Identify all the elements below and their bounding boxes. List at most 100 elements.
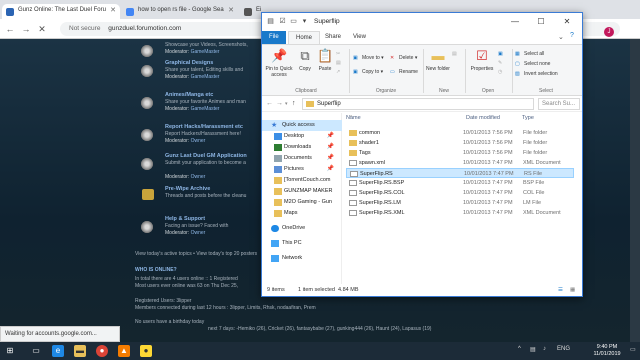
details-view-icon[interactable]: ☰ [558, 287, 563, 293]
nav-quick-access[interactable]: ★ Quick access [262, 120, 342, 131]
nav-this-pc[interactable]: This PC [262, 238, 342, 249]
history-icon[interactable]: ◷ [498, 69, 502, 75]
nav-folder[interactable]: Maps [262, 208, 342, 219]
file-row[interactable]: shader1 10/01/2013 7:56 PM File folder [346, 138, 574, 148]
edit-icon[interactable]: ✎ [498, 60, 502, 66]
nav-folder[interactable]: GUNZMAP MAKER [262, 186, 342, 197]
tab-file[interactable]: File [262, 31, 286, 44]
file-row[interactable]: Tags 10/01/2013 7:56 PM File folder [346, 148, 574, 158]
new-folder-quick-icon[interactable]: ▭ [289, 17, 298, 26]
forum-row[interactable]: Help & Support Facing an issue? Faced wi… [130, 216, 260, 242]
cut-icon[interactable]: ✂ [336, 51, 340, 57]
file-explorer-icon[interactable]: ▬ [74, 345, 86, 357]
copy-path-icon[interactable]: ▤ [336, 60, 341, 66]
maximize-button[interactable]: ☐ [528, 13, 554, 31]
rename-button[interactable]: ▭ Rename [390, 69, 418, 75]
back-icon[interactable]: ← [266, 100, 273, 107]
move-to-button[interactable]: ▣ Move to ▾ [353, 55, 384, 61]
properties-button[interactable]: ☑ Properties [468, 48, 496, 72]
edge-icon[interactable]: e [52, 345, 64, 357]
delete-button[interactable]: ✕ Delete ▾ [390, 55, 417, 61]
forum-title[interactable]: Help & Support [165, 216, 205, 222]
properties-quick-icon[interactable]: ☑ [278, 17, 287, 26]
nav-documents[interactable]: Documents 📌 [262, 153, 342, 164]
forum-row[interactable]: Gunz Last Duel GM Application Submit you… [130, 153, 260, 181]
chevron-down-icon[interactable]: ▾ [285, 101, 288, 107]
volume-icon[interactable]: ♪ [543, 346, 546, 352]
close-loading-icon[interactable]: ✕ [36, 23, 48, 35]
nav-desktop[interactable]: Desktop 📌 [262, 131, 342, 142]
forum-title[interactable]: Pre-Wipe Archive [165, 186, 210, 192]
up-icon[interactable]: ↑ [292, 100, 296, 107]
help-icon[interactable]: ? [570, 32, 574, 39]
close-button[interactable]: ✕ [554, 13, 580, 31]
file-row[interactable]: SuperFlip.RS.LM 10/01/2013 7:47 PM LM File [346, 198, 574, 208]
page-scrollbar[interactable] [630, 39, 640, 342]
close-tab-icon[interactable]: ✕ [110, 6, 116, 14]
app-icon[interactable]: ● [140, 345, 152, 357]
nav-folder[interactable]: [TorrentCouch.com [262, 175, 342, 186]
tab-view[interactable]: View [346, 31, 373, 44]
forum-title[interactable]: Gunz Last Duel GM Application [165, 153, 247, 159]
file-row[interactable]: common 10/01/2013 7:56 PM File folder [346, 128, 574, 138]
nav-network[interactable]: Network [262, 253, 342, 264]
open-icon[interactable]: ▣ [498, 51, 503, 57]
language-indicator[interactable]: ENG [557, 346, 570, 352]
column-type[interactable]: Type [522, 115, 534, 121]
app-icon[interactable]: ▲ [118, 345, 130, 357]
forum-row[interactable]: Pre-Wipe Archive Threads and posts befor… [130, 186, 260, 208]
forum-row[interactable]: Graphical Designs Share your talent, Edi… [130, 60, 260, 84]
nav-onedrive[interactable]: OneDrive [262, 223, 342, 234]
copy-to-button[interactable]: ▣ Copy to ▾ [353, 69, 383, 75]
minimize-button[interactable]: — [502, 13, 528, 31]
file-row[interactable]: SuperFlip.RS.XML 10/01/2013 7:47 PM XML Do… [346, 208, 574, 218]
forward-icon[interactable]: → [276, 100, 283, 107]
new-item-icon[interactable]: ▤ [452, 51, 457, 57]
back-icon[interactable]: ← [4, 23, 16, 35]
select-all-button[interactable]: ▦ Select all [515, 51, 544, 57]
chevron-down-icon[interactable]: ▾ [300, 17, 309, 26]
file-row[interactable]: SuperFlip.RS.COL 10/01/2013 7:47 PM COL Fi… [346, 188, 574, 198]
invert-selection-button[interactable]: ▧ Invert selection [515, 71, 558, 77]
select-none-button[interactable]: ▢ Select none [515, 61, 550, 67]
search-input[interactable]: Search Su... [538, 98, 580, 110]
nav-downloads[interactable]: Downloads 📌 [262, 142, 342, 153]
paste-button[interactable]: 📋 Paste [316, 48, 334, 72]
tab-share[interactable]: Share [318, 31, 348, 44]
tab-home[interactable]: Home [288, 31, 321, 44]
nav-pictures[interactable]: Pictures 📌 [262, 164, 342, 175]
new-folder-button[interactable]: ▬ New folder [426, 48, 450, 72]
forum-title[interactable]: Graphical Designs [165, 60, 213, 66]
path-box[interactable]: Superflip [302, 98, 534, 110]
file-row[interactable]: SuperFlip.RS.BSP 10/01/2013 7:47 PM BSP Fi… [346, 178, 574, 188]
file-row-selected[interactable]: SuperFlip.RS 10/01/2013 7:47 PM RS File [346, 168, 574, 178]
forum-row[interactable]: Animes/Manga etc Share your favorite Ani… [130, 92, 260, 116]
forum-title[interactable]: Animes/Manga etc [165, 92, 213, 98]
file-row[interactable]: spawn.xml 10/01/2013 7:47 PM XML Document [346, 158, 574, 168]
chrome-icon[interactable]: ● [96, 345, 108, 357]
clock[interactable]: 9:40 PM 11/01/2019 [587, 344, 627, 358]
not-secure-indicator[interactable]: Not secure [69, 25, 100, 32]
copy-button[interactable]: ⧉ Copy [296, 48, 314, 72]
chevron-up-icon[interactable]: ^ [518, 346, 521, 352]
nav-folder[interactable]: M2O Gaming - Gun [262, 197, 342, 208]
forward-icon[interactable]: → [20, 23, 32, 35]
forum-row[interactable]: Showcase your Videos, Screenshots, Moder… [130, 40, 260, 62]
tiles-view-icon[interactable]: ▦ [570, 287, 575, 293]
profile-avatar[interactable]: J [604, 27, 614, 37]
notification-icon[interactable]: ▭ [630, 346, 636, 353]
forum-row[interactable]: Report Hacks/Harassment etc Report Hacke… [130, 124, 260, 148]
tab-gunz-forum[interactable]: Gunz Online: The Last Duel Foru ✕ [2, 4, 120, 19]
column-date[interactable]: Date modified [466, 115, 500, 121]
network-tray-icon[interactable]: ▤ [530, 346, 536, 353]
task-view-icon[interactable]: ▭ [30, 345, 42, 357]
forum-title[interactable]: Report Hacks/Harassment etc [165, 124, 243, 130]
close-tab-icon[interactable]: ✕ [228, 6, 234, 14]
tab-google-search[interactable]: how to open rs file - Google Sea ✕ [122, 4, 238, 19]
paste-shortcut-icon[interactable]: ↗ [336, 69, 340, 75]
chevron-down-icon[interactable]: ⌄ [558, 33, 564, 41]
pin-quick-access-button[interactable]: 📌 Pin to Quick access [264, 48, 294, 78]
windows-start-icon[interactable]: ⊞ [4, 345, 16, 357]
column-name[interactable]: Name [346, 115, 361, 121]
active-topics-links[interactable]: View today's active topics • View today'… [135, 251, 257, 257]
